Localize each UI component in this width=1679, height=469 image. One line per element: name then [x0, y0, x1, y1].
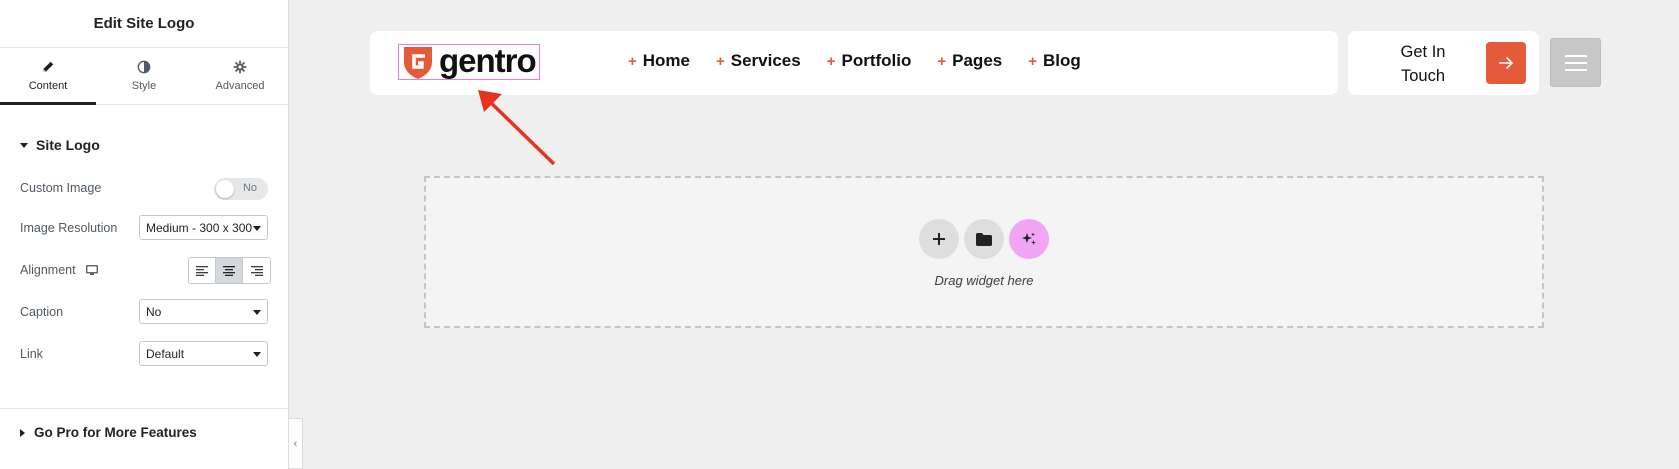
- site-logo[interactable]: gentro: [398, 44, 540, 80]
- hamburger-icon: [1564, 54, 1587, 71]
- panel-divider: [0, 408, 289, 409]
- arrow-right-icon: [1499, 56, 1514, 70]
- link-value: Default: [146, 347, 185, 361]
- custom-image-label: Custom Image: [20, 181, 102, 195]
- tab-advanced-label: Advanced: [215, 80, 265, 92]
- gear-icon: [233, 60, 247, 74]
- empty-section-dropzone[interactable]: Drag widget here: [424, 176, 1544, 328]
- plus-icon: +: [716, 52, 725, 70]
- caption-select[interactable]: No: [139, 299, 268, 324]
- tab-content[interactable]: Content: [0, 48, 96, 105]
- align-left-icon: [196, 265, 208, 276]
- caption-label: Caption: [20, 305, 64, 319]
- menu-item-pages[interactable]: + Pages: [937, 51, 1002, 71]
- menu-item-label: Pages: [952, 51, 1003, 70]
- panel-title: Edit Site Logo: [0, 0, 288, 48]
- go-pro-section[interactable]: Go Pro for More Features: [20, 425, 197, 440]
- cta-line-2: Touch: [1400, 67, 1446, 85]
- add-template-button[interactable]: [964, 219, 1004, 259]
- caret-right-icon: [20, 428, 25, 437]
- menu-item-services[interactable]: + Services: [716, 51, 801, 71]
- menu-item-label: Blog: [1043, 51, 1081, 70]
- caption-value: No: [146, 305, 162, 319]
- menu-item-label: Home: [642, 51, 690, 70]
- align-center-icon: [223, 265, 235, 276]
- menu-item-label: Services: [730, 51, 801, 70]
- plus-icon: +: [1028, 52, 1037, 70]
- tab-advanced[interactable]: Advanced: [192, 48, 288, 104]
- image-resolution-value: Medium - 300 x 300: [146, 221, 253, 235]
- plus-icon: +: [826, 52, 836, 70]
- desktop-icon[interactable]: [85, 264, 98, 276]
- image-resolution-select[interactable]: Medium - 300 x 300: [139, 215, 268, 240]
- shield-logo-icon: [404, 47, 432, 79]
- alignment-label: Alignment: [20, 263, 76, 277]
- align-right-button[interactable]: [243, 258, 270, 283]
- contrast-icon: [137, 60, 151, 74]
- menu-item-portfolio[interactable]: + Portfolio: [827, 51, 912, 71]
- sparkle-icon: [1022, 232, 1036, 245]
- alignment-label-row: Alignment: [20, 263, 98, 277]
- collapse-panel-button[interactable]: ‹: [289, 418, 303, 469]
- section-site-logo[interactable]: Site Logo: [20, 137, 100, 153]
- link-label: Link: [20, 347, 43, 361]
- align-left-button[interactable]: [189, 258, 216, 283]
- image-resolution-label: Image Resolution: [20, 221, 118, 235]
- align-right-icon: [250, 265, 263, 276]
- chevron-left-icon: ‹: [293, 437, 298, 450]
- plus-icon: [933, 233, 945, 245]
- panel-tabs: Content Style Advanced: [0, 48, 288, 105]
- plus-icon: +: [628, 52, 637, 70]
- toggle-text: No: [242, 182, 257, 194]
- logo-wordmark: gentro: [439, 41, 537, 79]
- menu-item-label: Portfolio: [841, 51, 912, 70]
- alignment-button-group: [188, 257, 271, 284]
- tab-style-label: Style: [131, 80, 157, 92]
- ai-generate-button[interactable]: [1009, 219, 1049, 259]
- cta-text[interactable]: Get In Touch: [1388, 40, 1458, 88]
- hamburger-menu-button[interactable]: [1550, 38, 1601, 87]
- align-center-button[interactable]: [216, 258, 243, 283]
- editor-panel: Edit Site Logo Content Style Advanced Si…: [0, 0, 289, 469]
- menu-item-home[interactable]: + Home: [628, 51, 690, 71]
- cta-line-1: Get In: [1400, 43, 1446, 61]
- cta-widget: Get In Touch: [1348, 31, 1539, 95]
- plus-icon: +: [937, 52, 947, 70]
- custom-image-toggle[interactable]: No: [214, 178, 268, 200]
- pencil-icon: [42, 61, 54, 73]
- go-pro-label: Go Pro for More Features: [34, 425, 197, 440]
- dropdown-arrow-icon: [253, 310, 261, 315]
- tab-content-label: Content: [28, 80, 68, 92]
- menu-item-blog[interactable]: + Blog: [1028, 51, 1081, 71]
- link-select[interactable]: Default: [139, 341, 268, 366]
- dropzone-hint: Drag widget here: [934, 273, 1034, 288]
- toggle-knob: [216, 180, 234, 198]
- dropdown-arrow-icon: [253, 352, 261, 357]
- add-section-button[interactable]: [919, 219, 959, 259]
- folder-icon: [976, 232, 992, 246]
- dropdown-arrow-icon: [253, 226, 261, 231]
- cta-arrow-button[interactable]: [1486, 42, 1526, 84]
- dropzone-buttons: [919, 219, 1049, 259]
- site-header-nav: gentro + Home + Services + Portfolio + Pages…: [370, 31, 1338, 95]
- caret-down-icon: [20, 142, 28, 148]
- main-menu: + Home + Services + Portfolio + Pages + Blog: [628, 51, 1081, 71]
- tab-style[interactable]: Style: [96, 48, 192, 104]
- section-title: Site Logo: [36, 137, 100, 153]
